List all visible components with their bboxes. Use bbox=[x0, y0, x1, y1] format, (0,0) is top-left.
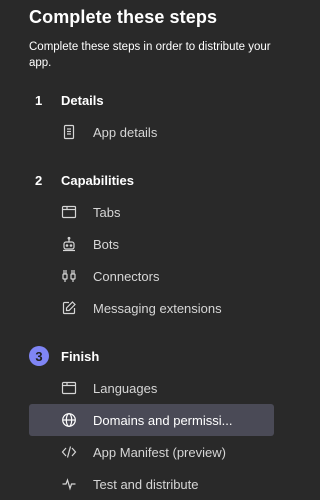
nav-item-label: Messaging extensions bbox=[93, 300, 222, 316]
nav-item-app-manifest[interactable]: App Manifest (preview) bbox=[29, 436, 274, 468]
nav-item-label: Test and distribute bbox=[93, 476, 199, 492]
nav-item-connectors[interactable]: Connectors bbox=[29, 260, 274, 292]
steps-panel: Complete these steps Complete these step… bbox=[0, 0, 296, 500]
nav-item-test-and-distribute[interactable]: Test and distribute bbox=[29, 468, 274, 500]
step-1-number: 1 bbox=[35, 92, 43, 108]
nav-item-languages[interactable]: Languages bbox=[29, 372, 274, 404]
bot-icon bbox=[61, 236, 77, 252]
step-1-title: Details bbox=[61, 92, 104, 108]
tab-icon bbox=[61, 380, 77, 396]
step-3-title: Finish bbox=[61, 348, 100, 364]
nav-item-label: Tabs bbox=[93, 204, 121, 220]
nav-item-label: App details bbox=[93, 124, 158, 140]
step-2-number: 2 bbox=[35, 172, 43, 188]
connector-icon bbox=[61, 268, 77, 284]
panel-subtitle: Complete these steps in order to distrib… bbox=[29, 41, 271, 69]
code-icon bbox=[61, 444, 77, 460]
edit-icon bbox=[61, 300, 77, 316]
nav-item-messaging-extensions[interactable]: Messaging extensions bbox=[29, 292, 274, 324]
step-3-number: 3 bbox=[29, 346, 49, 366]
step-2-title: Capabilities bbox=[61, 172, 134, 188]
nav-item-label: Connectors bbox=[93, 268, 160, 284]
tab-icon bbox=[61, 204, 77, 220]
panel-title: Complete these steps bbox=[29, 7, 218, 27]
step-2-header: 2 Capabilities bbox=[29, 170, 134, 190]
nav-item-label: Domains and permissi... bbox=[93, 412, 233, 428]
nav-item-label: Languages bbox=[93, 380, 158, 396]
nav-item-tabs[interactable]: Tabs bbox=[29, 196, 274, 228]
nav-item-app-details[interactable]: App details bbox=[29, 116, 274, 148]
step-3-header: 3 Finish bbox=[29, 346, 99, 366]
pulse-icon bbox=[61, 476, 77, 492]
document-icon bbox=[61, 124, 77, 140]
nav-item-label: Bots bbox=[93, 236, 120, 252]
step-1-header: 1 Details bbox=[29, 90, 104, 110]
nav-item-domains-and-permissions[interactable]: Domains and permissi... bbox=[29, 404, 274, 436]
nav-item-bots[interactable]: Bots bbox=[29, 228, 274, 260]
nav-item-label: App Manifest (preview) bbox=[93, 444, 226, 460]
globe-icon bbox=[61, 412, 77, 428]
